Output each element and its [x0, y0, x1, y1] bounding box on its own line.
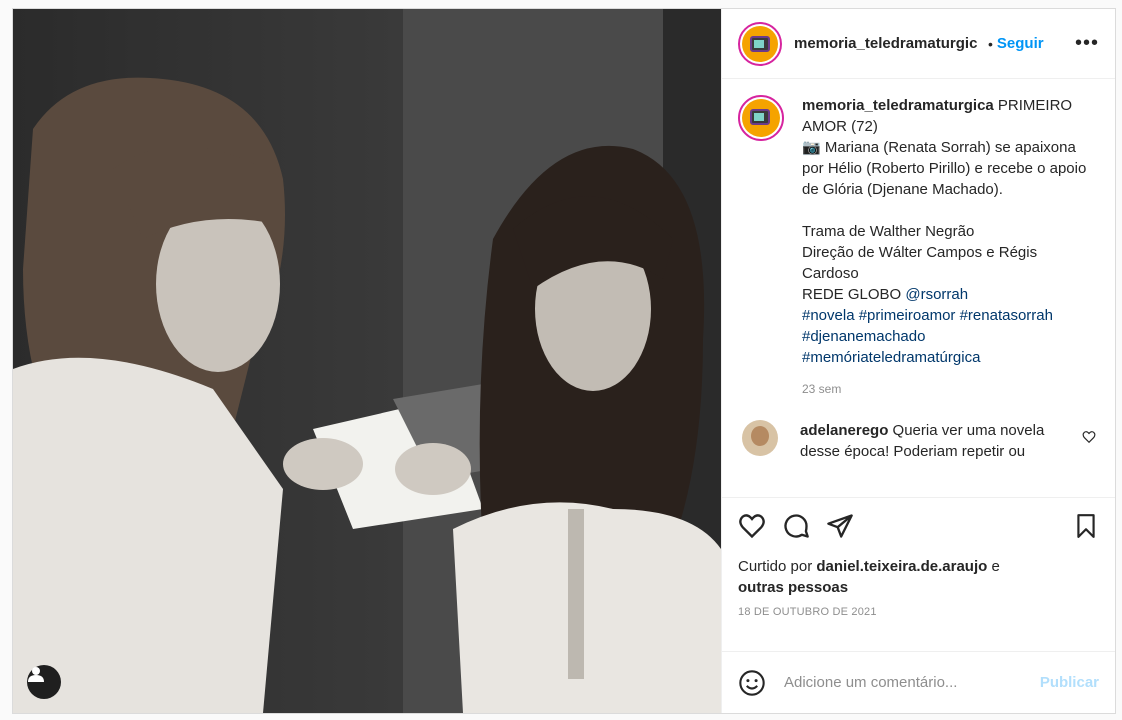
comment-text: adelanerego Queria ver uma novela desse … [800, 420, 1070, 462]
other-likers-link[interactable]: outras pessoas [738, 579, 848, 596]
author-avatar[interactable] [738, 21, 782, 66]
user-icon [28, 667, 44, 682]
commenter-avatar[interactable] [742, 420, 778, 456]
tagged-users-button[interactable] [27, 665, 61, 699]
likes-summary: Curtido por daniel.teixeira.de.araujo e o… [738, 556, 1099, 598]
caption-line: REDE GLOBO [802, 286, 906, 303]
like-heart-icon[interactable] [738, 512, 766, 540]
post-photo[interactable] [13, 9, 721, 713]
likes-mid: e [987, 558, 1000, 575]
photo-illustration [13, 9, 721, 713]
action-icons [738, 512, 1099, 540]
author-username[interactable]: memoria_teledramaturgic [794, 35, 984, 52]
post-header: memoria_teledramaturgic • Seguir ••• [722, 9, 1115, 79]
post-date: 18 DE OUTUBRO DE 2021 [738, 606, 877, 618]
caption: memoria_teledramaturgica PRIMEIRO AMOR (… [738, 95, 1099, 368]
like-comment-heart-icon[interactable] [1082, 430, 1096, 444]
caption-avatar[interactable] [738, 95, 784, 141]
post-actions: Curtido por daniel.teixeira.de.araujo e o… [722, 497, 1115, 651]
emoji-smiley-icon[interactable] [738, 669, 766, 697]
caption-line: Direção de Wálter Campos e Régis Cardoso [802, 244, 1042, 282]
add-comment-bar: Publicar [722, 651, 1115, 713]
caption-line: Trama de Walther Negrão [802, 223, 975, 240]
comments-section[interactable]: memoria_teledramaturgica PRIMEIRO AMOR (… [722, 79, 1115, 497]
tv-logo-icon [750, 109, 770, 125]
liker-username[interactable]: daniel.teixeira.de.araujo [816, 558, 987, 575]
comment-input[interactable] [784, 674, 1014, 691]
comment-item: adelanerego Queria ver uma novela desse … [738, 420, 1099, 462]
caption-username[interactable]: memoria_teledramaturgica [802, 97, 994, 114]
publish-button[interactable]: Publicar [1040, 674, 1099, 691]
commenter-username[interactable]: adelanerego [800, 422, 888, 439]
more-options-icon[interactable]: ••• [1075, 32, 1099, 55]
separator-dot: • [988, 35, 993, 52]
save-bookmark-icon[interactable] [1073, 512, 1099, 540]
tv-logo-icon [750, 35, 770, 52]
caption-time: 23 sem [802, 382, 842, 396]
follow-button[interactable]: Seguir [997, 35, 1044, 52]
post-dialog: memoria_teledramaturgic • Seguir ••• mem… [12, 8, 1116, 714]
caption-line: 📷 Mariana (Renata Sorrah) se apaixona po… [802, 139, 1091, 198]
mention-link[interactable]: @rsorrah [905, 286, 968, 303]
likes-prefix: Curtido por [738, 558, 817, 575]
share-paper-plane-icon[interactable] [826, 512, 854, 540]
hashtags-link[interactable]: #novela #primeiroamor #renatasorrah #dje… [802, 307, 1057, 366]
caption-text: memoria_teledramaturgica PRIMEIRO AMOR (… [802, 95, 1092, 368]
post-sidebar: memoria_teledramaturgic • Seguir ••• mem… [721, 9, 1115, 713]
comment-bubble-icon[interactable] [782, 512, 810, 540]
